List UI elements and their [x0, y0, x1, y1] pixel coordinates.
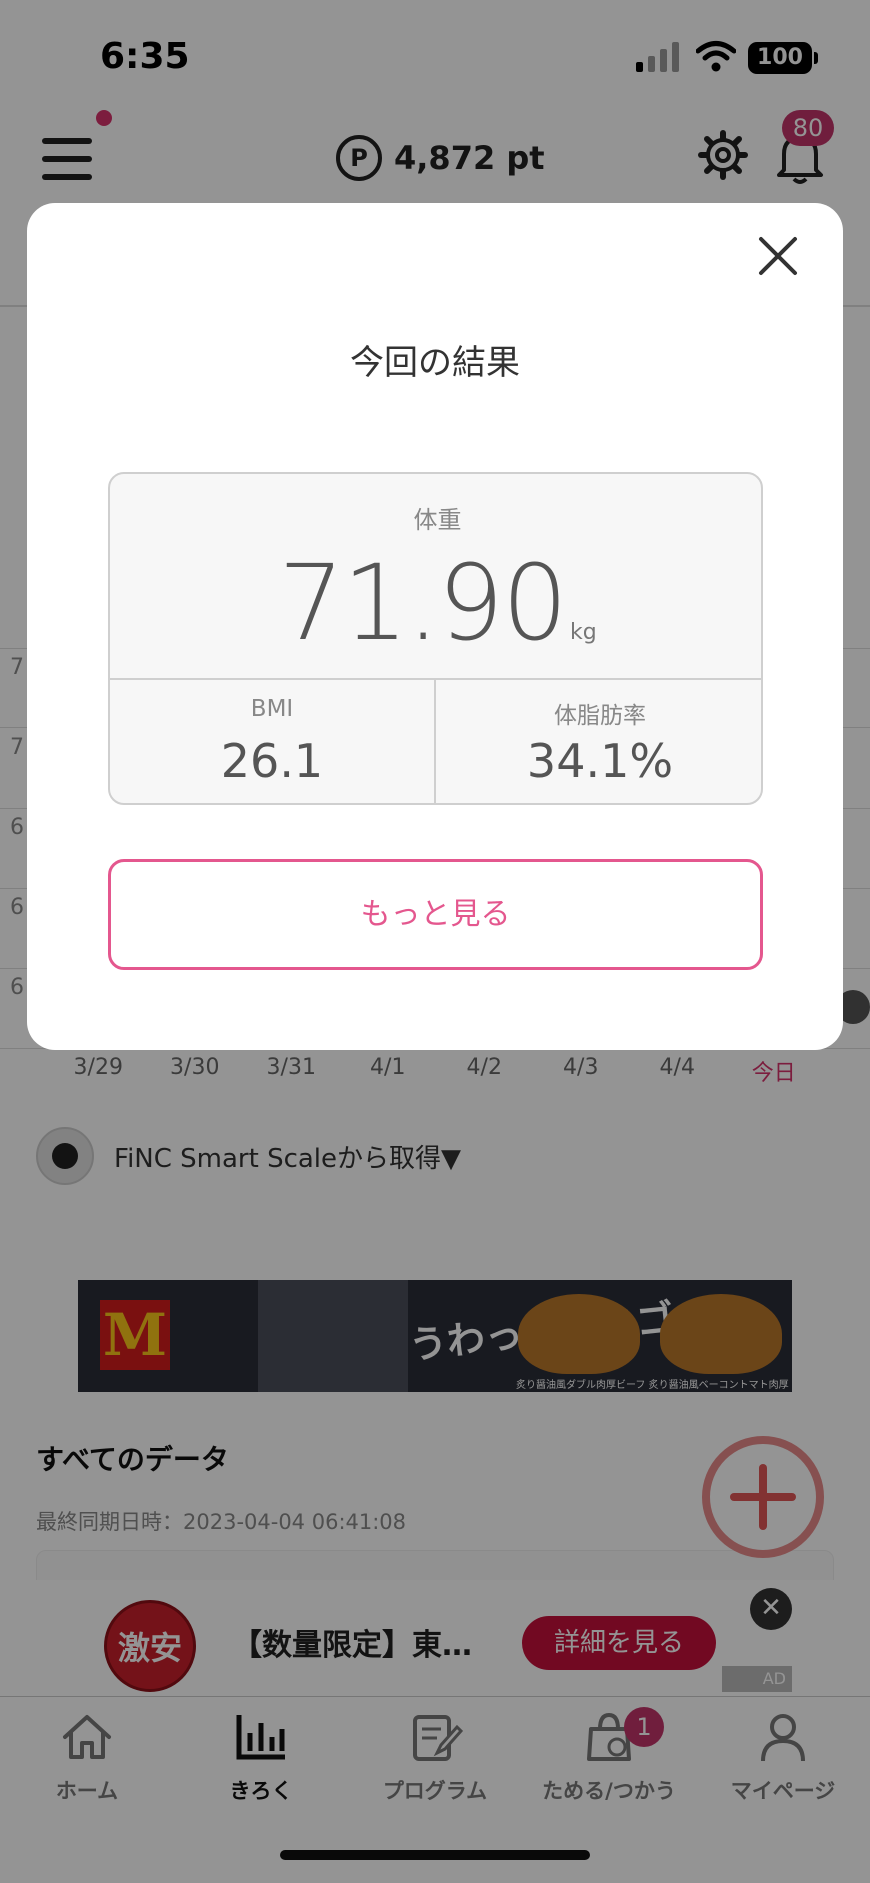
see-more-button[interactable]: もっと見る [108, 859, 763, 970]
result-modal: 今回の結果 体重 71.90 kg BMI 26.1 体脂肪率 34.1% もっと… [27, 203, 843, 1050]
weight-section: 体重 71.90 kg [110, 474, 761, 680]
close-icon[interactable] [753, 231, 803, 281]
weight-value-row: 71.90 kg [110, 542, 761, 664]
modal-title: 今回の結果 [350, 343, 520, 383]
bmi-cell: BMI 26.1 [110, 680, 436, 803]
bmi-label: BMI [250, 696, 294, 722]
body-fat-cell: 体脂肪率 34.1% [437, 680, 761, 803]
result-box: 体重 71.90 kg BMI 26.1 体脂肪率 34.1% [108, 472, 763, 805]
body-fat-value: 34.1% [526, 734, 674, 788]
weight-label: 体重 [413, 506, 462, 534]
bmi-value: 26.1 [220, 734, 324, 788]
body-fat-label: 体脂肪率 [554, 703, 646, 729]
weight-value: 71.90 [278, 542, 568, 664]
weight-unit: kg [570, 620, 597, 645]
